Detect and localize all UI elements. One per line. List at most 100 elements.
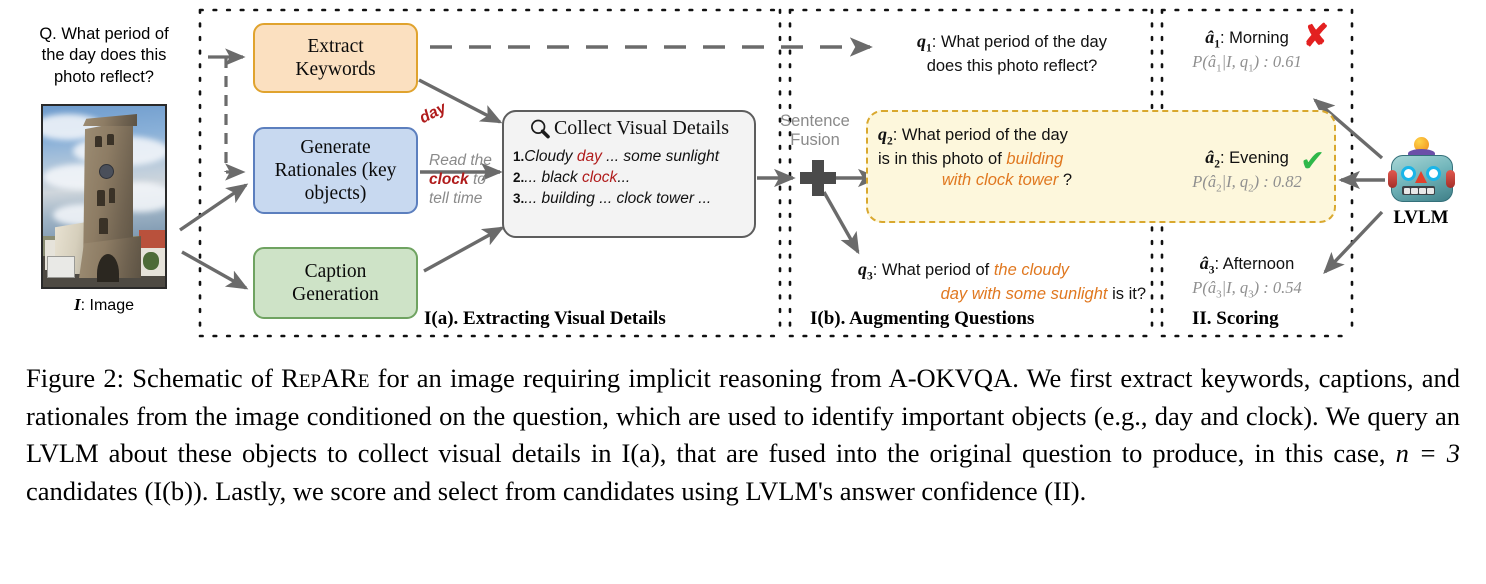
answer-2-value: : Evening <box>1219 149 1289 167</box>
generate-rationales-line-3: objects) <box>304 183 367 204</box>
caption-math: n = 3 <box>1395 438 1460 469</box>
collect-visual-details-list: 1.Cloudy day ... some sunlight 2.... bla… <box>504 140 754 209</box>
question-3-text-1: : What period of <box>872 261 994 279</box>
item-3-number: 3. <box>513 190 525 206</box>
lvlm-model: LVLM <box>1388 137 1455 229</box>
answer-1-prob-mid: |I, q <box>1221 51 1249 71</box>
edge-label-day: day <box>416 99 450 128</box>
generate-rationales-line-2: Rationales (key <box>274 160 397 181</box>
visual-detail-item-3: 3.... building ... clock tower ... <box>513 189 754 210</box>
image-symbol: I <box>74 295 81 314</box>
answer-1-prob-prefix: P(â <box>1192 51 1217 71</box>
item-1-post: ... some sunlight <box>601 148 719 165</box>
item-2-post: ... <box>617 168 631 186</box>
item-2-number: 2. <box>513 169 525 185</box>
answer-3-prob-prefix: P(â <box>1192 277 1217 297</box>
caption-generation-line-2: Generation <box>292 284 379 305</box>
question-2-text-3: ? <box>1058 171 1073 190</box>
augmented-question-1: q1: What period of the day does this pho… <box>880 30 1144 77</box>
extract-keywords-line-2: Keywords <box>295 59 376 80</box>
rationale-label-tail: to <box>468 170 486 188</box>
question-2-line-3: with clock tower ? <box>878 170 1136 191</box>
module-extract-keywords[interactable]: Extract Keywords <box>253 23 418 93</box>
item-1-pre: Cloudy <box>524 148 577 165</box>
edge-label-rationale: Read the clock to tell time <box>429 152 501 209</box>
answer-1-prob-suffix: ) : 0.61 <box>1253 51 1302 71</box>
answer-3-label: â3 <box>1199 253 1215 277</box>
sentence-fusion-label: Sentence Fusion <box>778 112 852 151</box>
rationale-label-line-3: tell time <box>429 189 483 207</box>
magnifier-icon <box>529 118 551 140</box>
item-1-number: 1. <box>513 149 525 164</box>
rationale-keyword: clock <box>429 170 469 188</box>
module-generate-rationales[interactable]: Generate Rationales (key objects) <box>253 127 418 214</box>
item-2-keyword: clock <box>581 168 618 186</box>
question-1-line-1: q1: What period of the day <box>880 30 1144 56</box>
fusion-plus-icon <box>798 158 838 198</box>
collect-visual-details-panel[interactable]: Collect Visual Details 1.Cloudy day ... … <box>502 110 756 238</box>
section-label-ib: I(b). Augmenting Questions <box>810 308 1035 329</box>
figure-caption: Figure 2: Schematic of RepARe for an ima… <box>26 360 1460 511</box>
answer-1-value: : Morning <box>1219 29 1289 47</box>
figure-diagram: Q. What period of the day does this phot… <box>0 0 1486 345</box>
question-line-2: the day does this <box>41 46 167 65</box>
collect-visual-details-title: Collect Visual Details <box>553 117 730 139</box>
answer-3-value: : Afternoon <box>1214 255 1295 273</box>
lvlm-label: LVLM <box>1393 207 1449 228</box>
answer-2-prob-suffix: ) : 0.82 <box>1253 171 1302 191</box>
section-label-ii: II. Scoring <box>1192 308 1279 329</box>
answer-2-label: â2 <box>1205 147 1220 171</box>
collect-visual-details-title-row: Collect Visual Details <box>504 112 754 140</box>
augmented-question-2: q2: What period of the day is in this ph… <box>878 123 1136 192</box>
question-3-highlight-2: day with some sunlight <box>940 285 1108 304</box>
visual-detail-item-1: 1.Cloudy day ... some sunlight <box>513 147 754 168</box>
generate-rationales-line-1: Generate <box>300 137 371 158</box>
rationale-label-line-1: Read the <box>429 152 492 169</box>
answer-2-prob-mid: |I, q <box>1221 171 1249 191</box>
question-1-label: q1 <box>917 31 932 55</box>
question-1-text-1: : What period of the day <box>931 33 1107 51</box>
question-3-line-2: day with some sunlight is it? <box>858 284 1146 305</box>
question-2-highlight-2: with clock tower <box>941 171 1059 190</box>
question-3-highlight-1: the cloudy <box>993 261 1070 279</box>
image-symbol-rest: : Image <box>80 297 134 314</box>
caption-generation-line-1: Caption <box>304 261 367 282</box>
question-3-text-2: is it? <box>1107 285 1146 304</box>
question-line-1: Q. What period of <box>39 25 169 43</box>
question-2-text-2: is in this photo of <box>878 150 1007 169</box>
augmented-question-3: q3: What period of the cloudy day with s… <box>858 258 1146 305</box>
input-question: Q. What period of the day does this phot… <box>14 24 194 88</box>
incorrect-mark-icon: ✘ <box>1303 18 1329 53</box>
question-3-line-1: q3: What period of the cloudy <box>858 258 1146 284</box>
extract-keywords-line-1: Extract <box>307 36 364 57</box>
question-2-line-2: is in this photo of building <box>878 149 1136 170</box>
question-3-label: q3 <box>858 259 873 283</box>
visual-detail-item-2: 2.... black clock... <box>513 168 754 189</box>
item-2-pre: ... black <box>524 168 582 186</box>
question-1-line-2: does this photo reflect? <box>926 57 1098 76</box>
correct-mark-icon: ✔ <box>1300 144 1326 179</box>
question-2-label: q2 <box>878 124 893 148</box>
robot-icon <box>1388 137 1455 203</box>
answer-1-text: â1: Morning <box>1172 27 1322 51</box>
question-line-3: photo reflect? <box>54 67 154 86</box>
sentence-fusion-line-2: Fusion <box>790 131 840 150</box>
module-caption-generation[interactable]: Caption Generation <box>253 247 418 319</box>
question-2-text-1: : What period of the day <box>892 126 1068 144</box>
answer-candidate-3: â3: Afternoon P(â3|I, q3) : 0.54 <box>1172 253 1322 300</box>
section-label-ia: I(a). Extracting Visual Details <box>424 308 666 329</box>
answer-2-prob-prefix: P(â <box>1192 171 1217 191</box>
item-3-pre: ... building ... clock tower ... <box>524 189 712 207</box>
answer-1-probability: P(â1|I, q1) : 0.61 <box>1172 52 1322 74</box>
caption-part-3: candidates (I(b)). Lastly, we score and … <box>26 475 1087 506</box>
answer-3-prob-mid: |I, q <box>1221 277 1249 297</box>
question-2-highlight-1: building <box>1006 150 1064 169</box>
answer-3-probability: P(â3|I, q3) : 0.54 <box>1172 278 1322 300</box>
question-2-line-1: q2: What period of the day <box>878 123 1136 149</box>
input-image-thumbnail <box>41 104 167 289</box>
input-image-label: I: Image <box>41 295 167 315</box>
caption-prefix: Figure 2: Schematic of <box>26 363 282 393</box>
item-1-keyword: day <box>576 148 602 165</box>
answer-3-text: â3: Afternoon <box>1172 253 1322 277</box>
answer-1-label: â1 <box>1205 27 1220 51</box>
